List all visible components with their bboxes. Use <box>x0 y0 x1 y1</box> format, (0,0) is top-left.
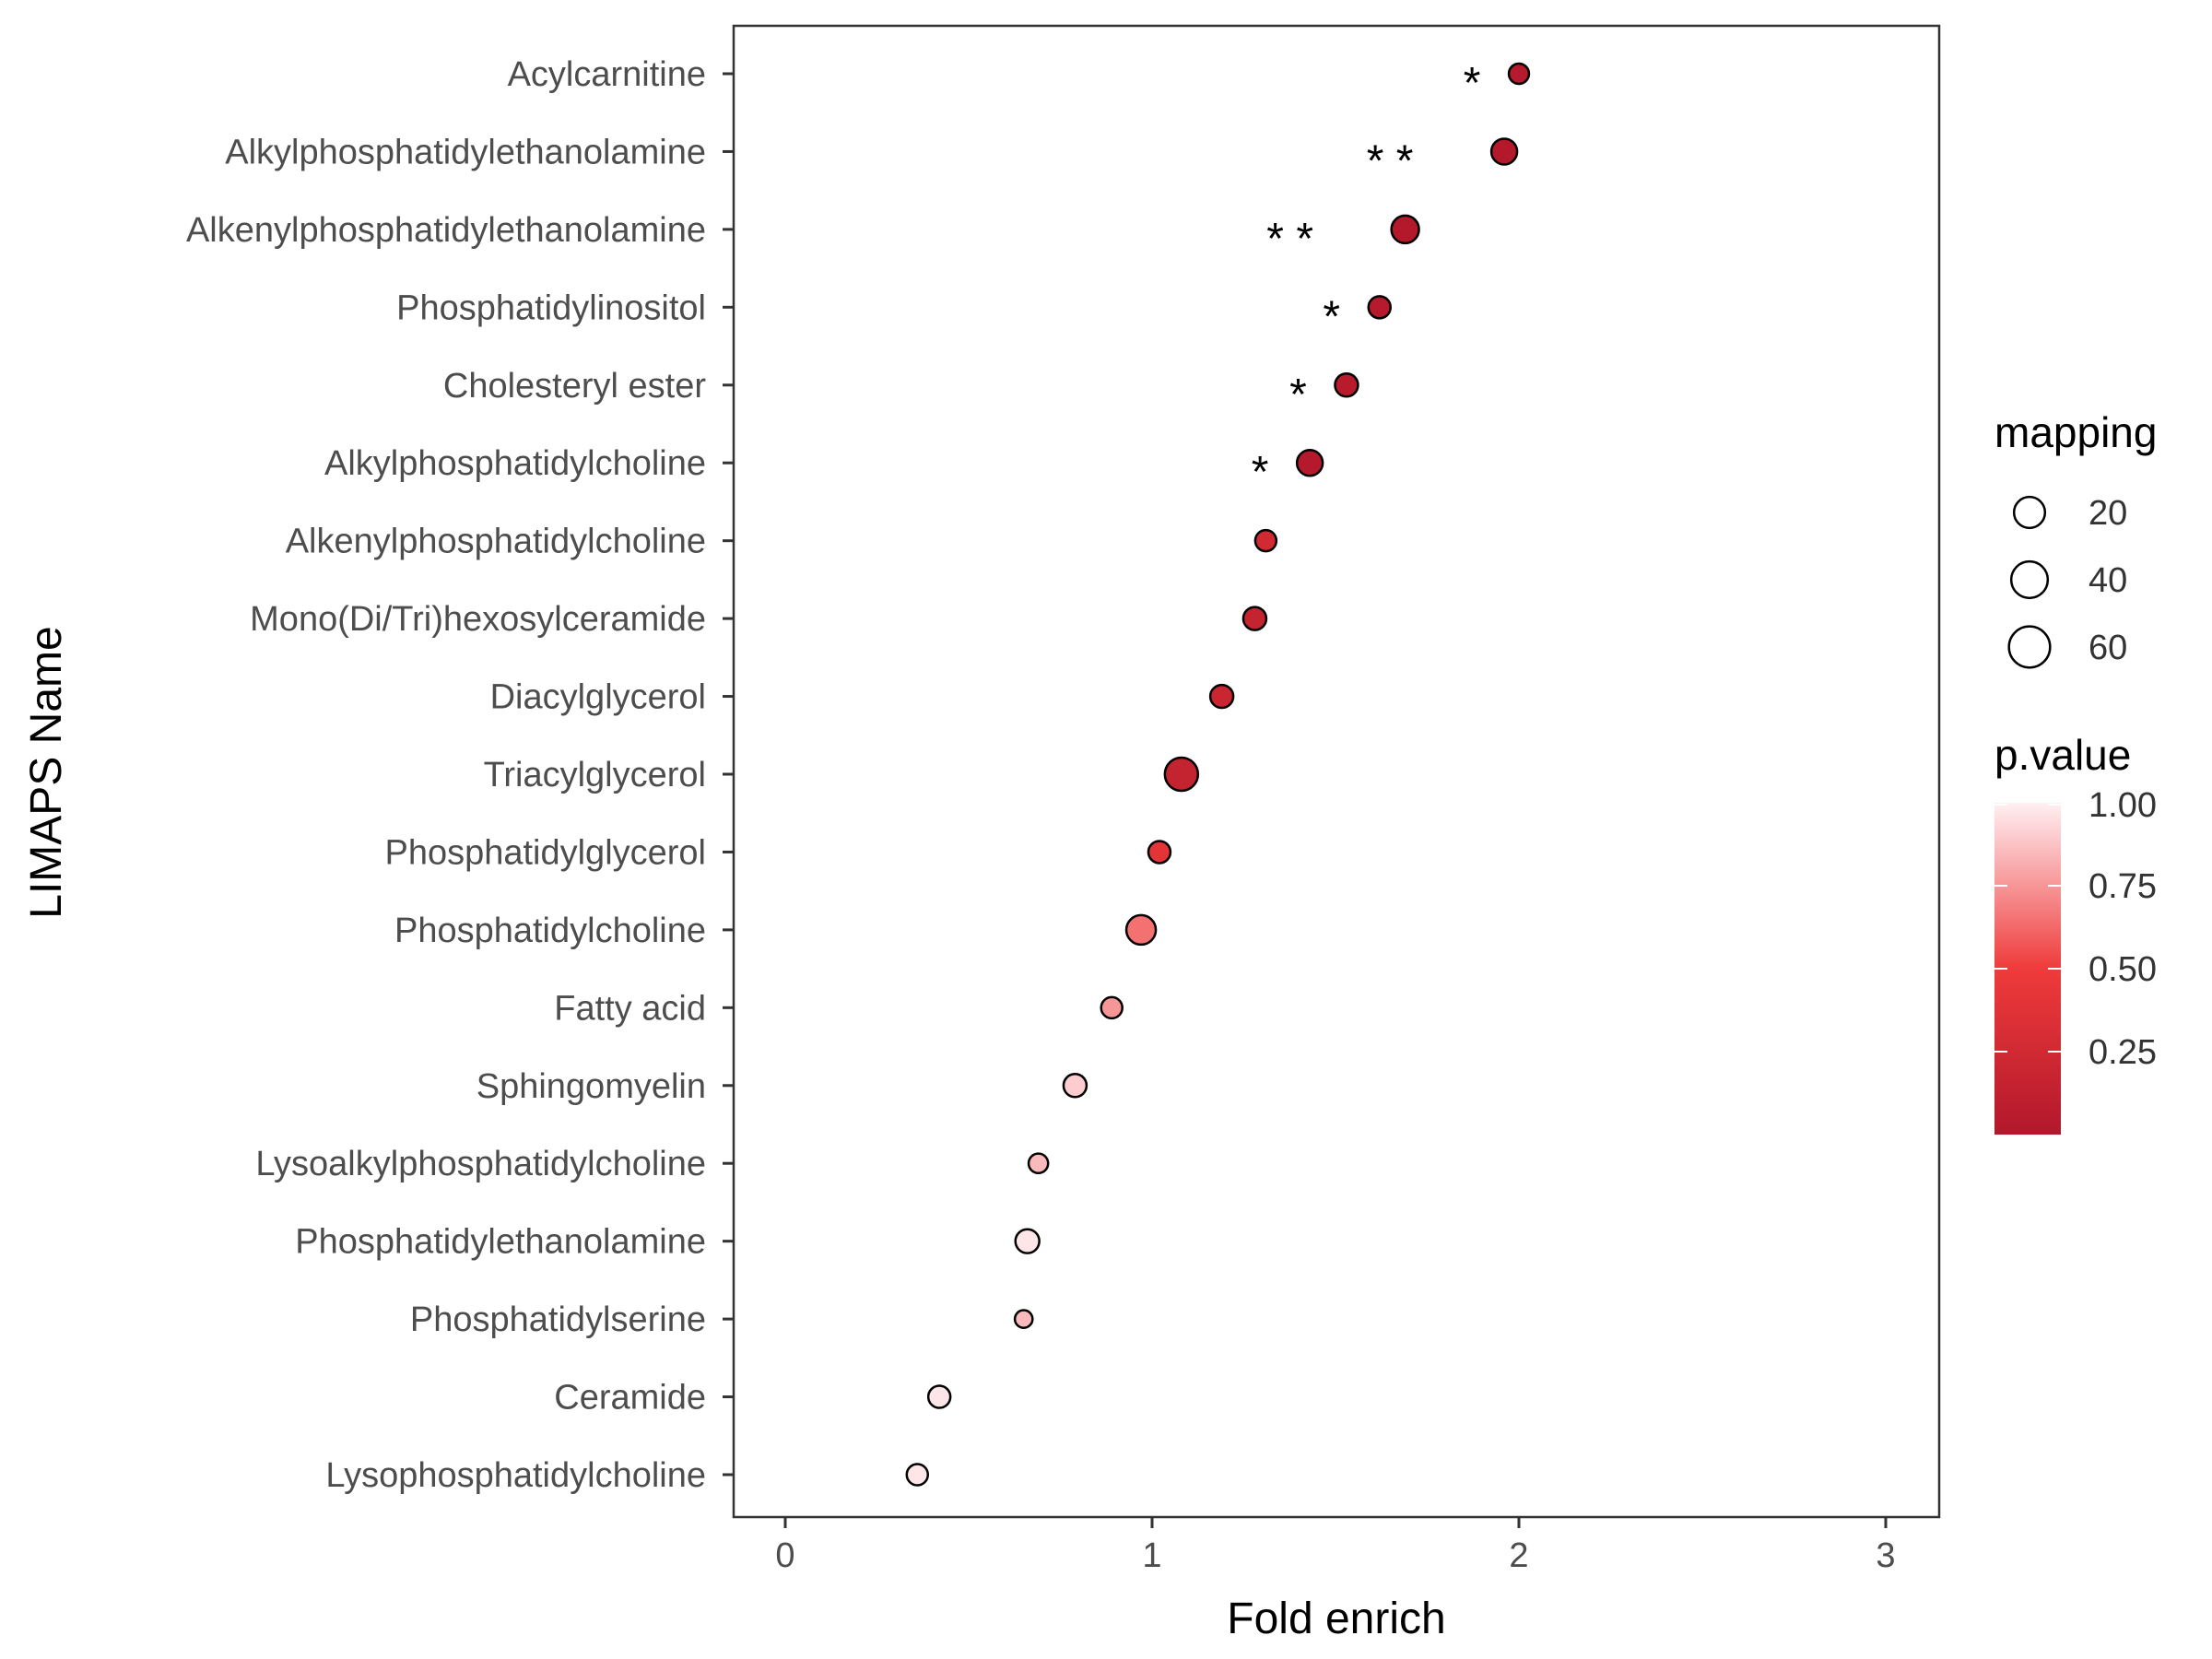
x-axis-title: Fold enrich <box>1227 1594 1445 1643</box>
data-point <box>1013 1309 1034 1329</box>
color-legend-label: 0.75 <box>2088 867 2157 906</box>
y-tick-label: Alkenylphosphatidylcholine <box>286 523 706 561</box>
data-point <box>1295 448 1324 477</box>
x-tick-label: 3 <box>1876 1536 1895 1575</box>
data-point <box>1014 1228 1041 1254</box>
data-point <box>1208 683 1235 710</box>
y-tick-label: Mono(Di/Tri)hexosylceramide <box>250 600 706 639</box>
size-legend-key <box>2009 559 2050 600</box>
color-legend-title: p.value <box>1994 731 2131 779</box>
dot-plot: 0 1 2 3 Acylcarnitine * Alkylphosphatidylethan… <box>22 24 2157 1643</box>
size-legend-key <box>2012 495 2047 530</box>
data-point <box>1334 372 1359 398</box>
color-legend-label: 0.25 <box>2088 1033 2157 1072</box>
size-legend-label: 20 <box>2088 494 2127 533</box>
data-point <box>1489 137 1519 166</box>
x-tick-label: 1 <box>1142 1536 1161 1575</box>
y-tick-label: Ceramide <box>554 1379 706 1418</box>
significance-label: * <box>1464 59 1481 108</box>
color-legend-label: 1.00 <box>2088 786 2157 825</box>
y-tick-label: Phosphatidylinositol <box>396 288 706 327</box>
data-point <box>1124 913 1158 947</box>
x-tick-label: 0 <box>775 1536 794 1575</box>
data-point <box>1027 1152 1050 1175</box>
data-point <box>1100 995 1124 1020</box>
y-tick-label: Alkylphosphatidylcholine <box>324 444 706 483</box>
data-point <box>905 1463 930 1487</box>
y-tick-label: Alkylphosphatidylethanolamine <box>225 133 706 171</box>
data-point <box>1163 756 1200 793</box>
significance-label: * <box>1323 292 1340 341</box>
y-tick-label: Sphingomyelin <box>477 1067 706 1106</box>
significance-label: * <box>1252 448 1269 497</box>
y-tick-label: Alkenylphosphatidylethanolamine <box>186 211 706 250</box>
y-tick-label: Fatty acid <box>554 989 706 1028</box>
data-point <box>1367 295 1393 320</box>
data-point <box>1062 1073 1088 1099</box>
size-legend-title: mapping <box>1994 408 2157 456</box>
y-tick-label: Cholesteryl ester <box>443 367 706 406</box>
data-point <box>1253 528 1278 553</box>
y-tick-label: Lysoalkylphosphatidylcholine <box>255 1145 706 1183</box>
y-axis-title: LIMAPS Name <box>22 626 71 918</box>
data-point <box>1241 606 1268 631</box>
y-tick-label: Diacylglycerol <box>490 678 706 717</box>
data-point <box>926 1384 952 1409</box>
significance-label: * * <box>1367 136 1414 185</box>
data-point <box>1390 214 1420 245</box>
data-point <box>1507 62 1531 86</box>
color-legend-label: 0.50 <box>2088 950 2157 989</box>
y-tick-label: Acylcarnitine <box>508 55 706 94</box>
y-tick-label: Phosphatidylethanolamine <box>295 1223 706 1262</box>
size-legend-key <box>2007 625 2052 669</box>
significance-label: * * <box>1266 215 1313 264</box>
significance-label: * <box>1289 371 1307 419</box>
y-tick-label: Phosphatidylglycerol <box>384 833 706 872</box>
y-tick-label: Triacylglycerol <box>484 756 706 794</box>
x-tick-label: 2 <box>1509 1536 1528 1575</box>
y-tick-label: Lysophosphatidylcholine <box>325 1456 706 1495</box>
size-legend-label: 40 <box>2088 561 2127 600</box>
y-tick-label: Phosphatidylserine <box>410 1300 706 1339</box>
size-legend-label: 60 <box>2088 629 2127 667</box>
plot-panel <box>732 24 1941 1519</box>
data-point <box>1147 840 1172 865</box>
y-tick-label: Phosphatidylcholine <box>394 912 706 950</box>
